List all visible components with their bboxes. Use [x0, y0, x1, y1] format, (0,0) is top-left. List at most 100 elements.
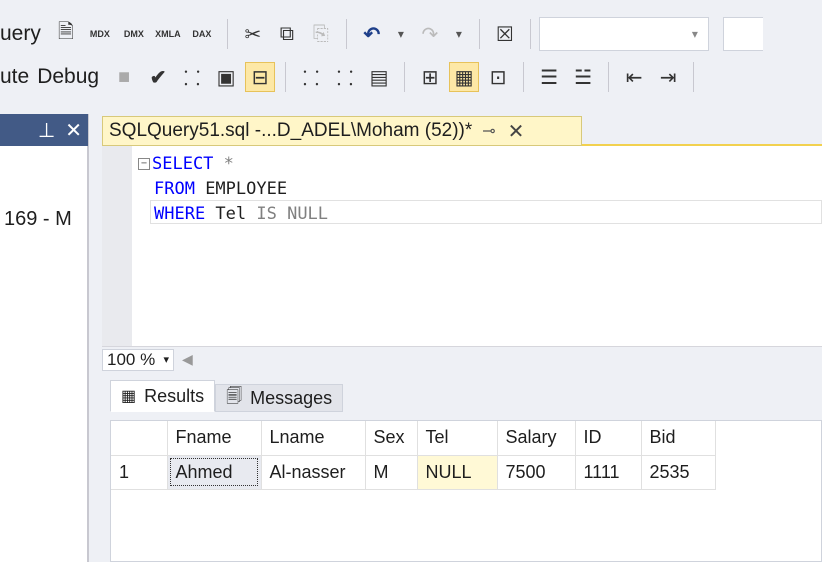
activity-monitor-icon[interactable]: ☒: [490, 19, 520, 49]
zoom-value: 100 %: [107, 349, 156, 369]
column-header-id[interactable]: ID: [575, 421, 642, 456]
cell-id[interactable]: 1111: [575, 455, 642, 490]
parse-checkmark-icon[interactable]: ✔: [143, 62, 173, 92]
xmla-query-icon[interactable]: XMLA: [153, 19, 183, 49]
cell-tel[interactable]: NULL: [417, 455, 498, 490]
results-grid[interactable]: Fname Lname Sex Tel Salary ID Bid 1 Ahme…: [110, 420, 822, 562]
chevron-down-icon: ▾: [163, 354, 169, 366]
row-number-header[interactable]: [111, 421, 168, 456]
row-number[interactable]: 1: [111, 455, 168, 490]
is-null-clause: IS NULL: [246, 204, 329, 224]
keyword-from: FROM: [154, 179, 195, 199]
live-statistics-icon[interactable]: ⸬: [330, 62, 360, 92]
undo-dropdown-icon[interactable]: ▾: [391, 19, 411, 49]
toolbar-separator: [404, 62, 406, 92]
pin-tab-icon[interactable]: ⊸: [482, 121, 495, 141]
toolbar-separator: [523, 62, 525, 92]
toolbar-separator: [529, 19, 531, 49]
client-statistics-icon[interactable]: ▤: [364, 62, 394, 92]
copy-icon[interactable]: ⧉: [272, 19, 302, 49]
column-header-bid[interactable]: Bid: [641, 421, 716, 456]
cell-lname[interactable]: Al-nasser: [261, 455, 366, 490]
table-name: EMPLOYEE: [194, 179, 288, 199]
cell-bid[interactable]: 2535: [641, 455, 716, 490]
cut-icon[interactable]: ✂: [238, 19, 268, 49]
object-explorer-server-node[interactable]: 169 - M: [4, 208, 72, 231]
tab-query-document[interactable]: SQLQuery51.sql -...D_ADEL\Moham (52))* ⊸…: [102, 116, 582, 146]
toolbar-standard: uery 🗎 MDX DMX XMLA DAX ✂ ⧉ ⎘ ↶ ▾ ↷ ▾ ☒ …: [0, 12, 822, 56]
cell-fname[interactable]: Ahmed: [167, 455, 262, 490]
scroll-left-icon[interactable]: ◀: [182, 351, 193, 368]
toolbar-search-combo[interactable]: [722, 17, 763, 51]
tab-results[interactable]: ▦ Results: [110, 380, 216, 412]
select-star: *: [213, 154, 234, 174]
xmla-label: XMLA: [155, 29, 181, 39]
tab-results-label: Results: [144, 385, 205, 406]
column-name: Tel: [205, 204, 247, 224]
debug-button[interactable]: Debug: [37, 65, 99, 89]
results-to-grid-icon[interactable]: ▦: [449, 62, 480, 92]
uncomment-icon[interactable]: ☱: [568, 62, 598, 92]
tab-title: SQLQuery51.sql -...D_ADEL\Moham (52))*: [109, 120, 473, 141]
column-header-fname[interactable]: Fname: [167, 421, 262, 456]
grid-icon: ▦: [121, 388, 137, 405]
dock-splitter[interactable]: [88, 114, 102, 562]
editor-margin: [102, 146, 132, 346]
toolbar-separator: [285, 62, 287, 92]
intellisense-toggle-icon[interactable]: ⊟: [245, 62, 276, 92]
editor-lines[interactable]: − SELECT * FROM EMPLOYEE WHERE Tel IS NUL…: [138, 152, 328, 227]
increase-indent-icon[interactable]: ⇥: [653, 62, 683, 92]
paste-icon[interactable]: ⎘: [306, 19, 336, 49]
cell-sex[interactable]: M: [365, 455, 418, 490]
collapse-icon[interactable]: −: [138, 158, 150, 170]
stop-icon[interactable]: ■: [109, 62, 139, 92]
close-tab-icon[interactable]: ✕: [508, 119, 525, 144]
keyword-select: SELECT: [152, 154, 214, 174]
database-engine-query-icon[interactable]: 🗎: [51, 19, 81, 49]
table-row[interactable]: 1 Ahmed Al-nasser M NULL 7500 1111 2535: [111, 455, 716, 490]
decrease-indent-icon[interactable]: ⇤: [619, 62, 649, 92]
comment-icon[interactable]: ☰: [534, 62, 564, 92]
results-to-text-icon[interactable]: ⊞: [415, 62, 445, 92]
mdx-label: MDX: [89, 29, 110, 39]
zoom-combo[interactable]: 100 % ▾: [102, 348, 174, 371]
column-header-lname[interactable]: Lname: [261, 421, 366, 456]
tab-messages[interactable]: 🗐 Messages: [215, 384, 344, 412]
actual-plan-icon[interactable]: ⸬: [296, 62, 326, 92]
dmx-query-icon[interactable]: DMX: [119, 19, 149, 49]
tab-messages-label: Messages: [250, 387, 333, 408]
results-to-file-icon[interactable]: ⊡: [483, 62, 513, 92]
column-header-salary[interactable]: Salary: [497, 421, 576, 456]
toolbar-separator: [226, 19, 228, 49]
mdx-query-icon[interactable]: MDX: [85, 19, 115, 49]
toolbar-separator: [693, 62, 695, 92]
solution-configuration-combo[interactable]: ▾: [538, 17, 709, 51]
dax-query-icon[interactable]: DAX: [187, 19, 217, 49]
close-icon[interactable]: ✕: [65, 118, 82, 143]
column-header-sex[interactable]: Sex: [365, 421, 418, 456]
pin-icon[interactable]: ⊥: [38, 118, 55, 143]
cell-salary[interactable]: 7500: [497, 455, 576, 490]
ssms-window: uery 🗎 MDX DMX XMLA DAX ✂ ⧉ ⎘ ↶ ▾ ↷ ▾ ☒ …: [0, 0, 822, 562]
sql-editor[interactable]: − SELECT * FROM EMPLOYEE WHERE Tel IS NUL…: [102, 146, 822, 346]
grid-header-row: Fname Lname Sex Tel Salary ID Bid: [111, 421, 716, 456]
toolbar-sql-editor: ute Debug ■ ✔ ⸬ ▣ ⊟ ⸬ ⸬ ▤ ⊞ ▦ ⊡ ☰ ☱ ⇤ ⇥: [0, 56, 822, 98]
toolbar-separator: [345, 19, 347, 49]
toolbar-separator: [608, 62, 610, 92]
results-table: Fname Lname Sex Tel Salary ID Bid 1 Ahme…: [111, 421, 716, 490]
column-header-tel[interactable]: Tel: [417, 421, 498, 456]
code-line-3[interactable]: WHERE Tel IS NULL: [138, 202, 328, 227]
results-tabs: ▦ Results 🗐 Messages: [110, 380, 344, 412]
undo-icon[interactable]: ↶: [357, 19, 387, 49]
object-explorer-panel: 169 - M: [0, 146, 88, 562]
new-query-fragment[interactable]: uery: [0, 22, 41, 46]
code-line-1[interactable]: − SELECT *: [138, 152, 328, 177]
code-line-2[interactable]: FROM EMPLOYEE: [138, 177, 328, 202]
object-explorer-header: ⊥ ✕: [0, 114, 90, 146]
redo-dropdown-icon[interactable]: ▾: [449, 19, 469, 49]
redo-icon[interactable]: ↷: [415, 19, 445, 49]
execute-button[interactable]: ute: [0, 65, 29, 89]
estimated-plan-icon[interactable]: ⸬: [177, 62, 207, 92]
toolbar-separator: [478, 19, 480, 49]
query-options-icon[interactable]: ▣: [211, 62, 241, 92]
